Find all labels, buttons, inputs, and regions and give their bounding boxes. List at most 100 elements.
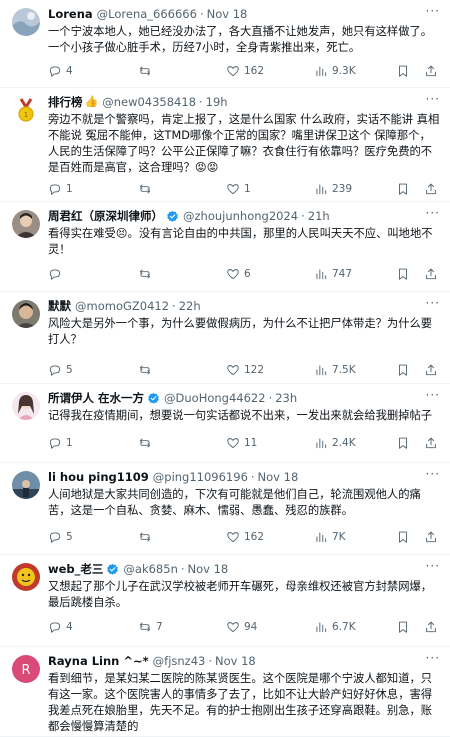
avatar[interactable] <box>12 563 40 591</box>
timestamp[interactable]: 22h <box>179 298 201 314</box>
views-button[interactable]: 6.7K <box>314 620 356 634</box>
views-button[interactable]: 9.3K <box>314 64 356 78</box>
more-options-icon[interactable]: ··· <box>426 467 440 481</box>
avatar[interactable] <box>12 392 40 420</box>
bookmark-button[interactable] <box>396 267 410 281</box>
share-button[interactable] <box>424 182 438 196</box>
tweet[interactable]: li hou ping1109 @ping11096196 · Nov 18 人间地狱是… <box>0 463 450 555</box>
like-button[interactable]: 94 <box>226 620 257 634</box>
bookmark-button[interactable] <box>396 64 410 78</box>
share-button[interactable] <box>424 530 438 544</box>
author-name[interactable]: li hou ping1109 <box>48 469 149 485</box>
author-name[interactable]: web_老三 <box>48 561 103 577</box>
author-name[interactable]: 排行榜 <box>48 94 83 110</box>
views-count: 7K <box>332 531 346 543</box>
bookmark-button[interactable] <box>396 363 410 377</box>
share-icon <box>424 436 438 450</box>
like-button[interactable]: 162 <box>226 64 264 78</box>
bookmark-button[interactable] <box>396 436 410 450</box>
tweet[interactable]: web_老三 @ak685n · Nov 18 又想起了那个儿子在武汉学校被老师开车碾死… <box>0 555 450 647</box>
avatar[interactable] <box>12 471 40 499</box>
avatar[interactable]: 1 <box>12 96 40 124</box>
views-button[interactable]: 7.5K <box>314 363 356 377</box>
tweet[interactable]: R Rayna Linn ^~* @fjsnz43 · Nov 18 看到细节，是某妇某二… <box>0 647 450 737</box>
timestamp[interactable]: Nov 18 <box>188 561 229 577</box>
bookmark-button[interactable] <box>396 182 410 196</box>
views-count: 747 <box>332 268 353 280</box>
author-handle[interactable]: @momoGZ0412 <box>75 298 169 314</box>
reply-button[interactable]: 4 <box>48 64 73 78</box>
avatar[interactable] <box>12 210 40 238</box>
avatar-letter: R <box>21 663 30 678</box>
tweet-text: 风险大是另外一个事，为什么要做假病历，为什么不让把尸体带走？为什么要打人？ <box>48 317 433 346</box>
author-name[interactable]: 默默 <box>48 298 71 314</box>
retweet-button[interactable] <box>138 182 156 196</box>
reply-button[interactable]: 1 <box>48 182 73 196</box>
timestamp[interactable]: Nov 18 <box>258 469 299 485</box>
retweet-button[interactable] <box>138 64 156 78</box>
retweet-button[interactable] <box>138 363 156 377</box>
like-count: 11 <box>244 437 258 449</box>
timestamp[interactable]: Nov 18 <box>215 653 256 669</box>
more-options-icon[interactable]: ··· <box>426 388 440 402</box>
views-button[interactable]: 7K <box>314 530 346 544</box>
tweet[interactable]: 所谓伊人 在水一方 @DuoHong44622 · 23h 记得我在疫情期间，想要说一句… <box>0 384 450 463</box>
author-handle[interactable]: @ping11096196 <box>153 469 248 485</box>
share-button[interactable] <box>424 267 438 281</box>
retweet-button[interactable]: 7 <box>138 620 163 634</box>
tweet[interactable]: 1 排行榜 👍 @new04358418 · 19h 旁边不就是个警察吗，肯定上报了，这是什… <box>0 88 450 202</box>
more-options-icon[interactable]: ··· <box>426 92 440 106</box>
reply-button[interactable]: 1 <box>48 436 73 450</box>
views-button[interactable]: 2.4K <box>314 436 356 450</box>
reply-button[interactable]: 5 <box>48 530 73 544</box>
tweet[interactable]: Lorena @Lorena_666666 · Nov 18 一个宁波本地人，她已经没办… <box>0 0 450 88</box>
reply-button[interactable]: 4 <box>48 620 73 634</box>
retweet-button[interactable] <box>138 267 156 281</box>
author-name[interactable]: Lorena <box>48 6 93 22</box>
retweet-icon <box>138 363 152 377</box>
tweet[interactable]: 默默 @momoGZ0412 · 22h 风险大是另外一个事，为什么要做假病历，为什么不… <box>0 292 450 384</box>
like-button[interactable]: 162 <box>226 530 264 544</box>
more-options-icon[interactable]: ··· <box>426 559 440 573</box>
bookmark-button[interactable] <box>396 530 410 544</box>
share-button[interactable] <box>424 620 438 634</box>
timestamp[interactable]: 19h <box>206 94 228 110</box>
share-button[interactable] <box>424 436 438 450</box>
more-options-icon[interactable]: ··· <box>426 4 440 18</box>
timestamp[interactable]: Nov 18 <box>207 6 248 22</box>
retweet-button[interactable] <box>138 530 156 544</box>
more-options-icon[interactable]: ··· <box>426 206 440 220</box>
author-handle[interactable]: @new04358418 <box>102 94 196 110</box>
author-handle[interactable]: @ak685n <box>123 561 177 577</box>
reply-button[interactable] <box>48 267 66 281</box>
like-count: 162 <box>244 531 265 543</box>
author-handle[interactable]: @Lorena_666666 <box>97 6 197 22</box>
retweet-button[interactable] <box>138 436 156 450</box>
avatar[interactable] <box>12 300 40 328</box>
views-count: 7.5K <box>332 364 356 376</box>
more-options-icon[interactable]: ··· <box>426 296 440 310</box>
tweet[interactable]: 周君红（原深圳律师） @zhoujunhong2024 · 21h 看得实在难受😣。没有… <box>0 202 450 292</box>
like-button[interactable]: 11 <box>226 436 257 450</box>
author-handle[interactable]: @DuoHong44622 <box>164 390 266 406</box>
reply-button[interactable]: 5 <box>48 363 73 377</box>
share-button[interactable] <box>424 363 438 377</box>
author-handle[interactable]: @zhoujunhong2024 <box>183 208 298 224</box>
more-options-icon[interactable]: ··· <box>426 651 440 665</box>
bookmark-button[interactable] <box>396 620 410 634</box>
timestamp[interactable]: 23h <box>275 390 297 406</box>
avatar[interactable]: R <box>12 655 40 683</box>
like-button[interactable]: 6 <box>226 267 251 281</box>
views-button[interactable]: 747 <box>314 267 352 281</box>
author-name[interactable]: Rayna Linn ^~* <box>48 653 149 669</box>
author-name[interactable]: 周君红（原深圳律师） <box>48 208 163 224</box>
tweet-text: 记得我在疫情期间，想要说一句实话都说不出来，一发出来就会给我删掉帖子 <box>48 409 433 422</box>
author-name[interactable]: 所谓伊人 在水一方 <box>48 390 144 406</box>
like-button[interactable]: 1 <box>226 182 251 196</box>
share-button[interactable] <box>424 64 438 78</box>
timestamp[interactable]: 21h <box>308 208 330 224</box>
views-button[interactable]: 239 <box>314 182 352 196</box>
author-handle[interactable]: @fjsnz43 <box>153 653 206 669</box>
like-button[interactable]: 122 <box>226 363 264 377</box>
avatar[interactable] <box>12 8 40 36</box>
